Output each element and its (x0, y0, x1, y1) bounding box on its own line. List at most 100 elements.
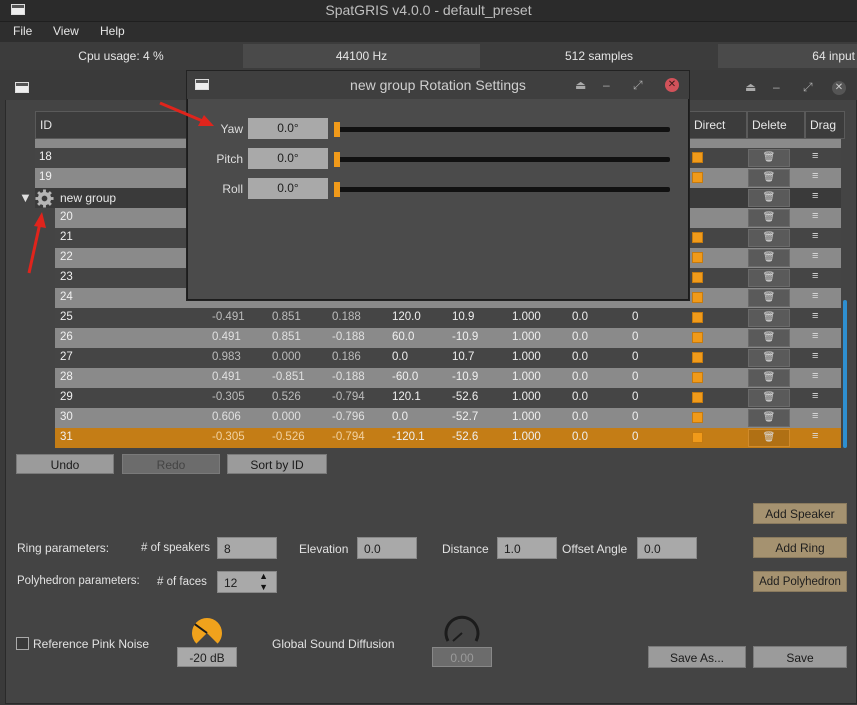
cell-z[interactable]: -0.794 (332, 391, 365, 403)
cell-elevation[interactable]: -52.6 (452, 431, 478, 443)
direct-checkbox[interactable] (692, 392, 703, 403)
trash-icon[interactable]: 🗑 (748, 409, 790, 427)
cell-highpass[interactable]: 0 (632, 351, 638, 363)
table-row-selected[interactable]: 31 -0.305 -0.526 -0.794 -120.1 -52.6 1.0… (55, 428, 841, 448)
direct-checkbox[interactable] (692, 252, 703, 263)
cell-y[interactable]: 0.526 (272, 391, 301, 403)
pink-noise-level[interactable]: -20 dB (177, 647, 237, 667)
faces-count-select[interactable]: 12 ▲ ▼ (217, 571, 277, 593)
direct-checkbox[interactable] (692, 292, 703, 303)
yaw-slider-thumb[interactable] (334, 122, 340, 137)
drag-handle-icon[interactable]: ≡ (812, 230, 818, 242)
drag-handle-icon[interactable]: ≡ (812, 310, 818, 322)
trash-icon[interactable]: 🗑 (748, 329, 790, 347)
table-row[interactable]: 28 0.491 -0.851 -0.188 -60.0 -10.9 1.000… (55, 368, 841, 388)
trash-icon[interactable]: 🗑 (748, 369, 790, 387)
add-polyhedron-button[interactable]: Add Polyhedron (753, 571, 847, 592)
yaw-value[interactable]: 0.0° (248, 118, 328, 139)
direct-checkbox[interactable] (692, 412, 703, 423)
cell-x[interactable]: -0.305 (212, 431, 245, 443)
cell-azimuth[interactable]: 60.0 (392, 331, 414, 343)
cell-distance[interactable]: 1.000 (512, 351, 541, 363)
cell-azimuth[interactable]: 0.0 (392, 411, 408, 423)
yaw-slider-track[interactable] (336, 127, 670, 132)
cell-x[interactable]: 0.491 (212, 331, 241, 343)
eject-icon[interactable]: ⏏ (745, 80, 756, 94)
direct-checkbox[interactable] (692, 152, 703, 163)
minimize-icon[interactable]: – (603, 78, 610, 92)
cell-z[interactable]: -0.188 (332, 371, 365, 383)
table-row[interactable]: 27 0.983 0.000 0.186 0.0 10.7 1.000 0.0 … (55, 348, 841, 368)
drag-handle-icon[interactable]: ≡ (812, 330, 818, 342)
offset-angle-input[interactable]: 0.0 (637, 537, 697, 559)
trash-icon[interactable]: 🗑 (748, 169, 790, 187)
trash-icon[interactable]: 🗑 (748, 349, 790, 367)
cell-azimuth[interactable]: 120.1 (392, 391, 421, 403)
roll-slider-track[interactable] (336, 187, 670, 192)
cell-gain[interactable]: 0.0 (572, 371, 588, 383)
cell-elevation[interactable]: 10.9 (452, 311, 474, 323)
cell-elevation[interactable]: -52.6 (452, 391, 478, 403)
speakers-count-input[interactable]: 8 (217, 537, 277, 559)
cell-y[interactable]: -0.851 (272, 371, 305, 383)
drag-handle-icon[interactable]: ≡ (812, 410, 818, 422)
header-delete[interactable]: Delete (747, 111, 805, 139)
drag-handle-icon[interactable]: ≡ (812, 210, 818, 222)
cell-y[interactable]: 0.000 (272, 411, 301, 423)
direct-checkbox[interactable] (692, 232, 703, 243)
header-drag[interactable]: Drag (805, 111, 845, 139)
cell-z[interactable]: -0.796 (332, 411, 365, 423)
save-as-button[interactable]: Save As... (648, 646, 746, 668)
cell-elevation[interactable]: -52.7 (452, 411, 478, 423)
cell-z[interactable]: -0.188 (332, 331, 365, 343)
direct-checkbox[interactable] (692, 352, 703, 363)
menu-help[interactable]: Help (100, 24, 125, 38)
cell-highpass[interactable]: 0 (632, 311, 638, 323)
cell-distance[interactable]: 1.000 (512, 431, 541, 443)
cell-z[interactable]: -0.794 (332, 431, 365, 443)
drag-handle-icon[interactable]: ≡ (812, 390, 818, 402)
cell-gain[interactable]: 0.0 (572, 411, 588, 423)
trash-icon[interactable]: 🗑 (748, 389, 790, 407)
table-scrollbar[interactable] (843, 300, 847, 448)
trash-icon[interactable]: 🗑 (748, 429, 790, 447)
pink-noise-checkbox[interactable] (16, 637, 29, 650)
diffusion-value[interactable]: 0.00 (432, 647, 492, 667)
cell-elevation[interactable]: 10.7 (452, 351, 474, 363)
drag-handle-icon[interactable]: ≡ (812, 370, 818, 382)
drag-handle-icon[interactable]: ≡ (812, 350, 818, 362)
table-row[interactable]: 26 0.491 0.851 -0.188 60.0 -10.9 1.000 0… (55, 328, 841, 348)
elevation-input[interactable]: 0.0 (357, 537, 417, 559)
cell-x[interactable]: 0.983 (212, 351, 241, 363)
cell-highpass[interactable]: 0 (632, 431, 638, 443)
pitch-value[interactable]: 0.0° (248, 148, 328, 169)
drag-handle-icon[interactable]: ≡ (812, 170, 818, 182)
cell-y[interactable]: 0.851 (272, 311, 301, 323)
close-icon[interactable]: ✕ (832, 81, 846, 95)
trash-icon[interactable]: 🗑 (748, 229, 790, 247)
cell-highpass[interactable]: 0 (632, 411, 638, 423)
cell-azimuth[interactable]: -120.1 (392, 431, 425, 443)
cell-highpass[interactable]: 0 (632, 371, 638, 383)
trash-icon[interactable]: 🗑 (748, 309, 790, 327)
cell-distance[interactable]: 1.000 (512, 411, 541, 423)
distance-input[interactable]: 1.0 (497, 537, 557, 559)
cell-z[interactable]: 0.186 (332, 351, 361, 363)
table-row[interactable]: 29 -0.305 0.526 -0.794 120.1 -52.6 1.000… (55, 388, 841, 408)
cell-gain[interactable]: 0.0 (572, 311, 588, 323)
cell-x[interactable]: 0.491 (212, 371, 241, 383)
sort-by-id-button[interactable]: Sort by ID (227, 454, 327, 474)
cell-azimuth[interactable]: 120.0 (392, 311, 421, 323)
drag-handle-icon[interactable]: ≡ (812, 150, 818, 162)
cell-gain[interactable]: 0.0 (572, 431, 588, 443)
gear-icon[interactable] (35, 189, 54, 208)
table-row[interactable]: 30 0.606 0.000 -0.796 0.0 -52.7 1.000 0.… (55, 408, 841, 428)
trash-icon[interactable]: 🗑 (748, 209, 790, 227)
add-ring-button[interactable]: Add Ring (753, 537, 847, 558)
eject-icon[interactable]: ⏏ (575, 78, 586, 92)
cell-azimuth[interactable]: -60.0 (392, 371, 418, 383)
cell-azimuth[interactable]: 0.0 (392, 351, 408, 363)
menu-view[interactable]: View (53, 24, 79, 38)
trash-icon[interactable]: 🗑 (748, 289, 790, 307)
cell-distance[interactable]: 1.000 (512, 391, 541, 403)
